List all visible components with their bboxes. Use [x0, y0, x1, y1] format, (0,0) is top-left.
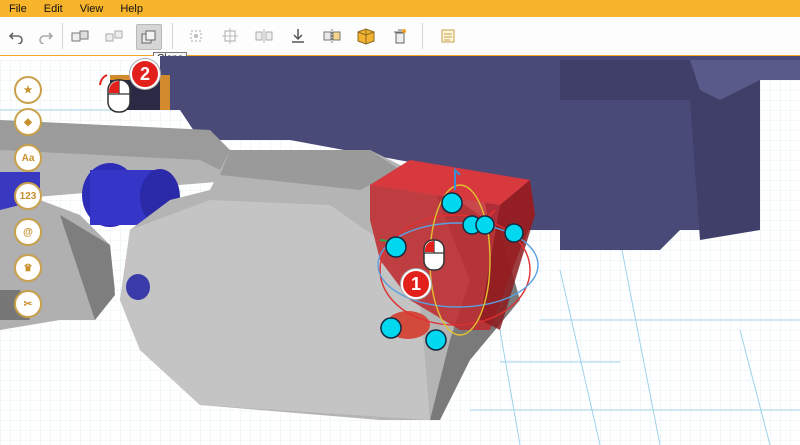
sidebar-tools[interactable]: ✂ [14, 290, 42, 318]
gizmo-handle [504, 223, 524, 243]
align-button[interactable] [184, 24, 208, 48]
shapes-icon: ◆ [24, 116, 32, 128]
menu-bar: File Edit View Help [0, 0, 800, 17]
toolbar-separator [172, 23, 173, 49]
mouse-click-icon [423, 239, 445, 271]
distribute-icon [222, 28, 238, 44]
toolbar-separator [422, 23, 423, 49]
callout-step-2: 2 [130, 59, 160, 89]
sidebar-favorites[interactable]: ★ [14, 76, 42, 104]
redo-icon [39, 32, 54, 44]
menu-file[interactable]: File [9, 3, 27, 15]
numbers-icon: 123 [19, 190, 37, 202]
gizmo-handle [385, 236, 407, 258]
group-icon [71, 30, 89, 42]
toolbar [0, 17, 800, 56]
notes-icon [441, 29, 455, 43]
drop-to-plane-icon [292, 29, 304, 43]
callout-step-1: 1 [401, 269, 431, 299]
undo-icon [8, 32, 23, 44]
clone-button[interactable] [136, 24, 162, 50]
sidebar-numbers[interactable]: 123 [14, 182, 42, 210]
sidebar-symbols[interactable]: @ [14, 218, 42, 246]
clone-icon [141, 30, 156, 44]
ungroup-icon [105, 30, 123, 42]
align-icon [190, 30, 202, 42]
menu-edit[interactable]: Edit [44, 3, 63, 15]
text-icon: Aa [21, 152, 35, 164]
sidebar-premium[interactable]: ♛ [14, 254, 42, 282]
box-icon [357, 28, 375, 45]
notes-button[interactable] [436, 24, 460, 48]
box-button[interactable] [354, 24, 378, 48]
mirror-button[interactable] [252, 24, 276, 48]
split-button[interactable] [320, 24, 344, 48]
split-icon [323, 29, 341, 43]
3d-viewport[interactable]: ★ ◆ Aa 123 @ ♛ ✂ 2 1 [0, 56, 800, 445]
ungroup-button[interactable] [102, 24, 126, 48]
scene [0, 56, 800, 445]
gizmo-handle [475, 215, 495, 235]
redo-button[interactable] [34, 24, 58, 48]
mirror-icon [255, 29, 273, 43]
gizmo-handle [380, 317, 402, 339]
menu-view[interactable]: View [80, 3, 104, 15]
tools-icon: ✂ [23, 298, 33, 310]
sidebar-text[interactable]: Aa [14, 144, 42, 172]
gizmo-handle [425, 329, 447, 351]
undo-button[interactable] [4, 24, 28, 48]
distribute-button[interactable] [218, 24, 242, 48]
sidebar-shapes[interactable]: ◆ [14, 108, 42, 136]
gizmo-handle [441, 192, 463, 214]
delete-button[interactable] [388, 24, 412, 48]
toolbar-separator [62, 23, 63, 49]
star-icon: ★ [23, 84, 33, 96]
crown-icon: ♛ [23, 262, 33, 274]
group-button[interactable] [68, 24, 92, 48]
drop-to-plane-button[interactable] [286, 24, 310, 48]
delete-icon [394, 29, 406, 44]
menu-help[interactable]: Help [120, 3, 143, 15]
at-symbol-icon: @ [23, 226, 33, 238]
